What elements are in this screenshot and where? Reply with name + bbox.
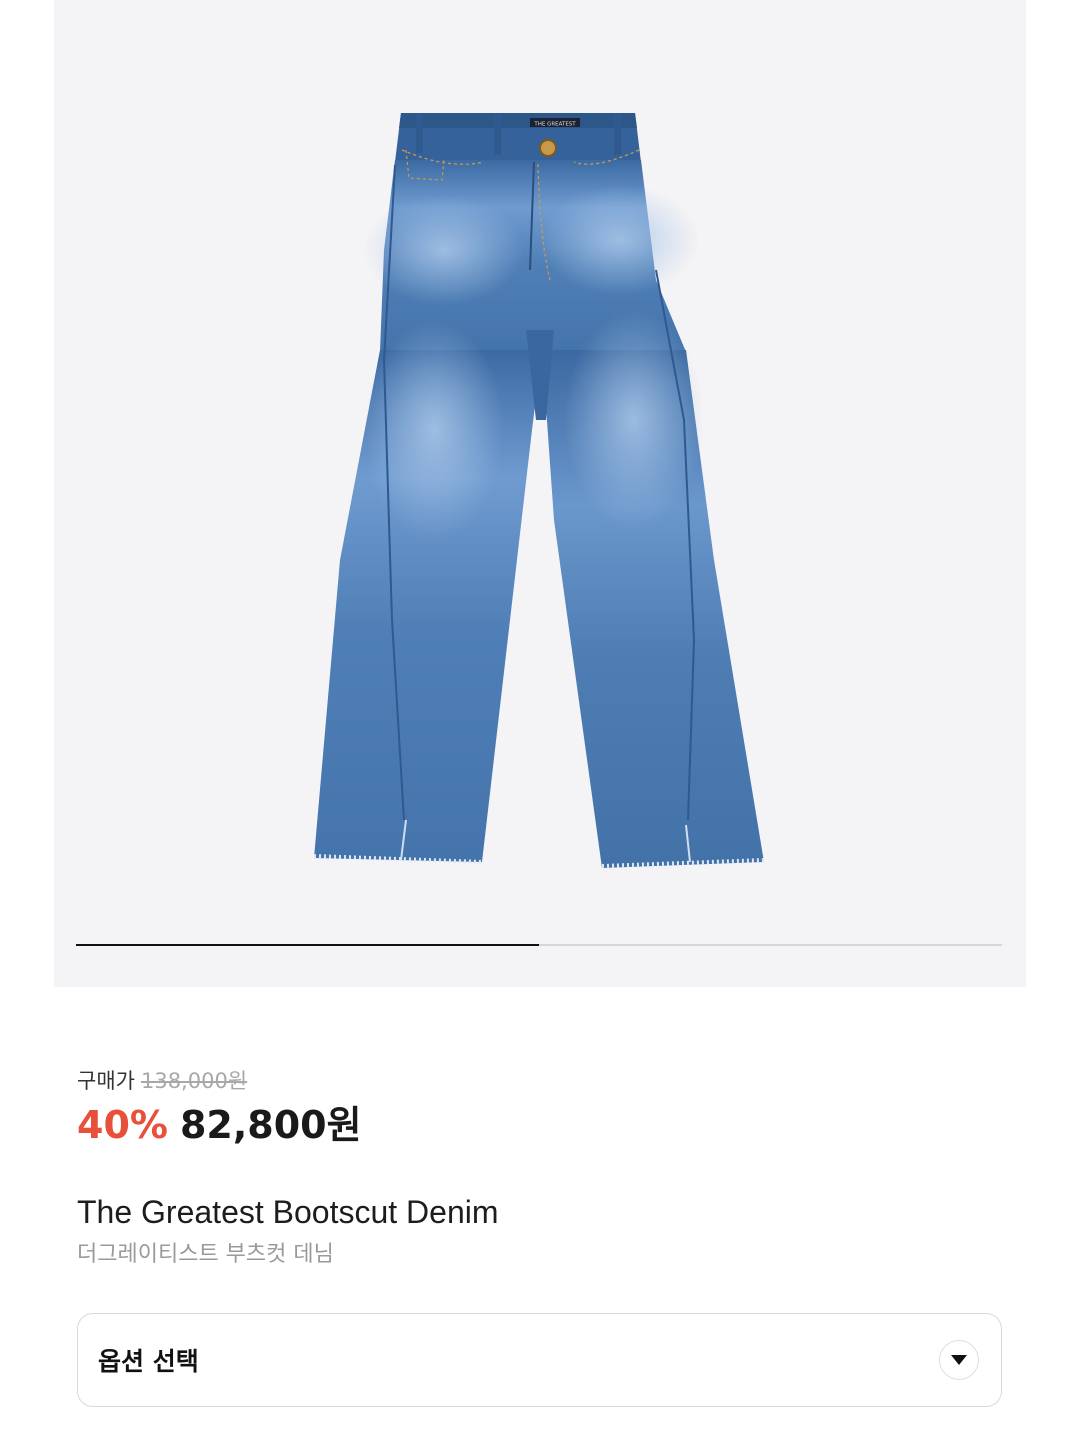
sale-price: 82,800원: [179, 1103, 362, 1147]
chevron-down-icon: [951, 1355, 967, 1365]
product-name-korean: 더그레이티스트 부츠컷 데님: [77, 1242, 334, 1267]
option-select-label: 옵션 선택: [98, 1347, 199, 1376]
purchase-price-row: 구매가 138,000원: [77, 1062, 1003, 1100]
gallery-progress-indicator: [76, 944, 539, 946]
product-image-gallery[interactable]: THE GREATEST: [54, 0, 1026, 987]
product-detail-page: THE GREATEST 구매가 138,000원 40% 82,800원 Th…: [0, 0, 1080, 1440]
discount-rate: 40%: [77, 1103, 168, 1147]
gallery-progress-track: [76, 944, 1002, 946]
price-label: 구매가: [77, 1069, 135, 1093]
product-image-jeans: THE GREATEST: [313, 113, 765, 868]
svg-text:THE GREATEST: THE GREATEST: [533, 122, 576, 128]
original-price: 138,000원: [140, 1069, 248, 1093]
sale-price-row: 40% 82,800원: [77, 1100, 1003, 1150]
product-name-english: The Greatest Bootscut Denim: [77, 1194, 499, 1230]
price-section: 구매가 138,000원 40% 82,800원: [77, 1062, 1003, 1150]
dropdown-button[interactable]: [939, 1340, 979, 1380]
option-select-dropdown[interactable]: 옵션 선택: [77, 1313, 1002, 1407]
